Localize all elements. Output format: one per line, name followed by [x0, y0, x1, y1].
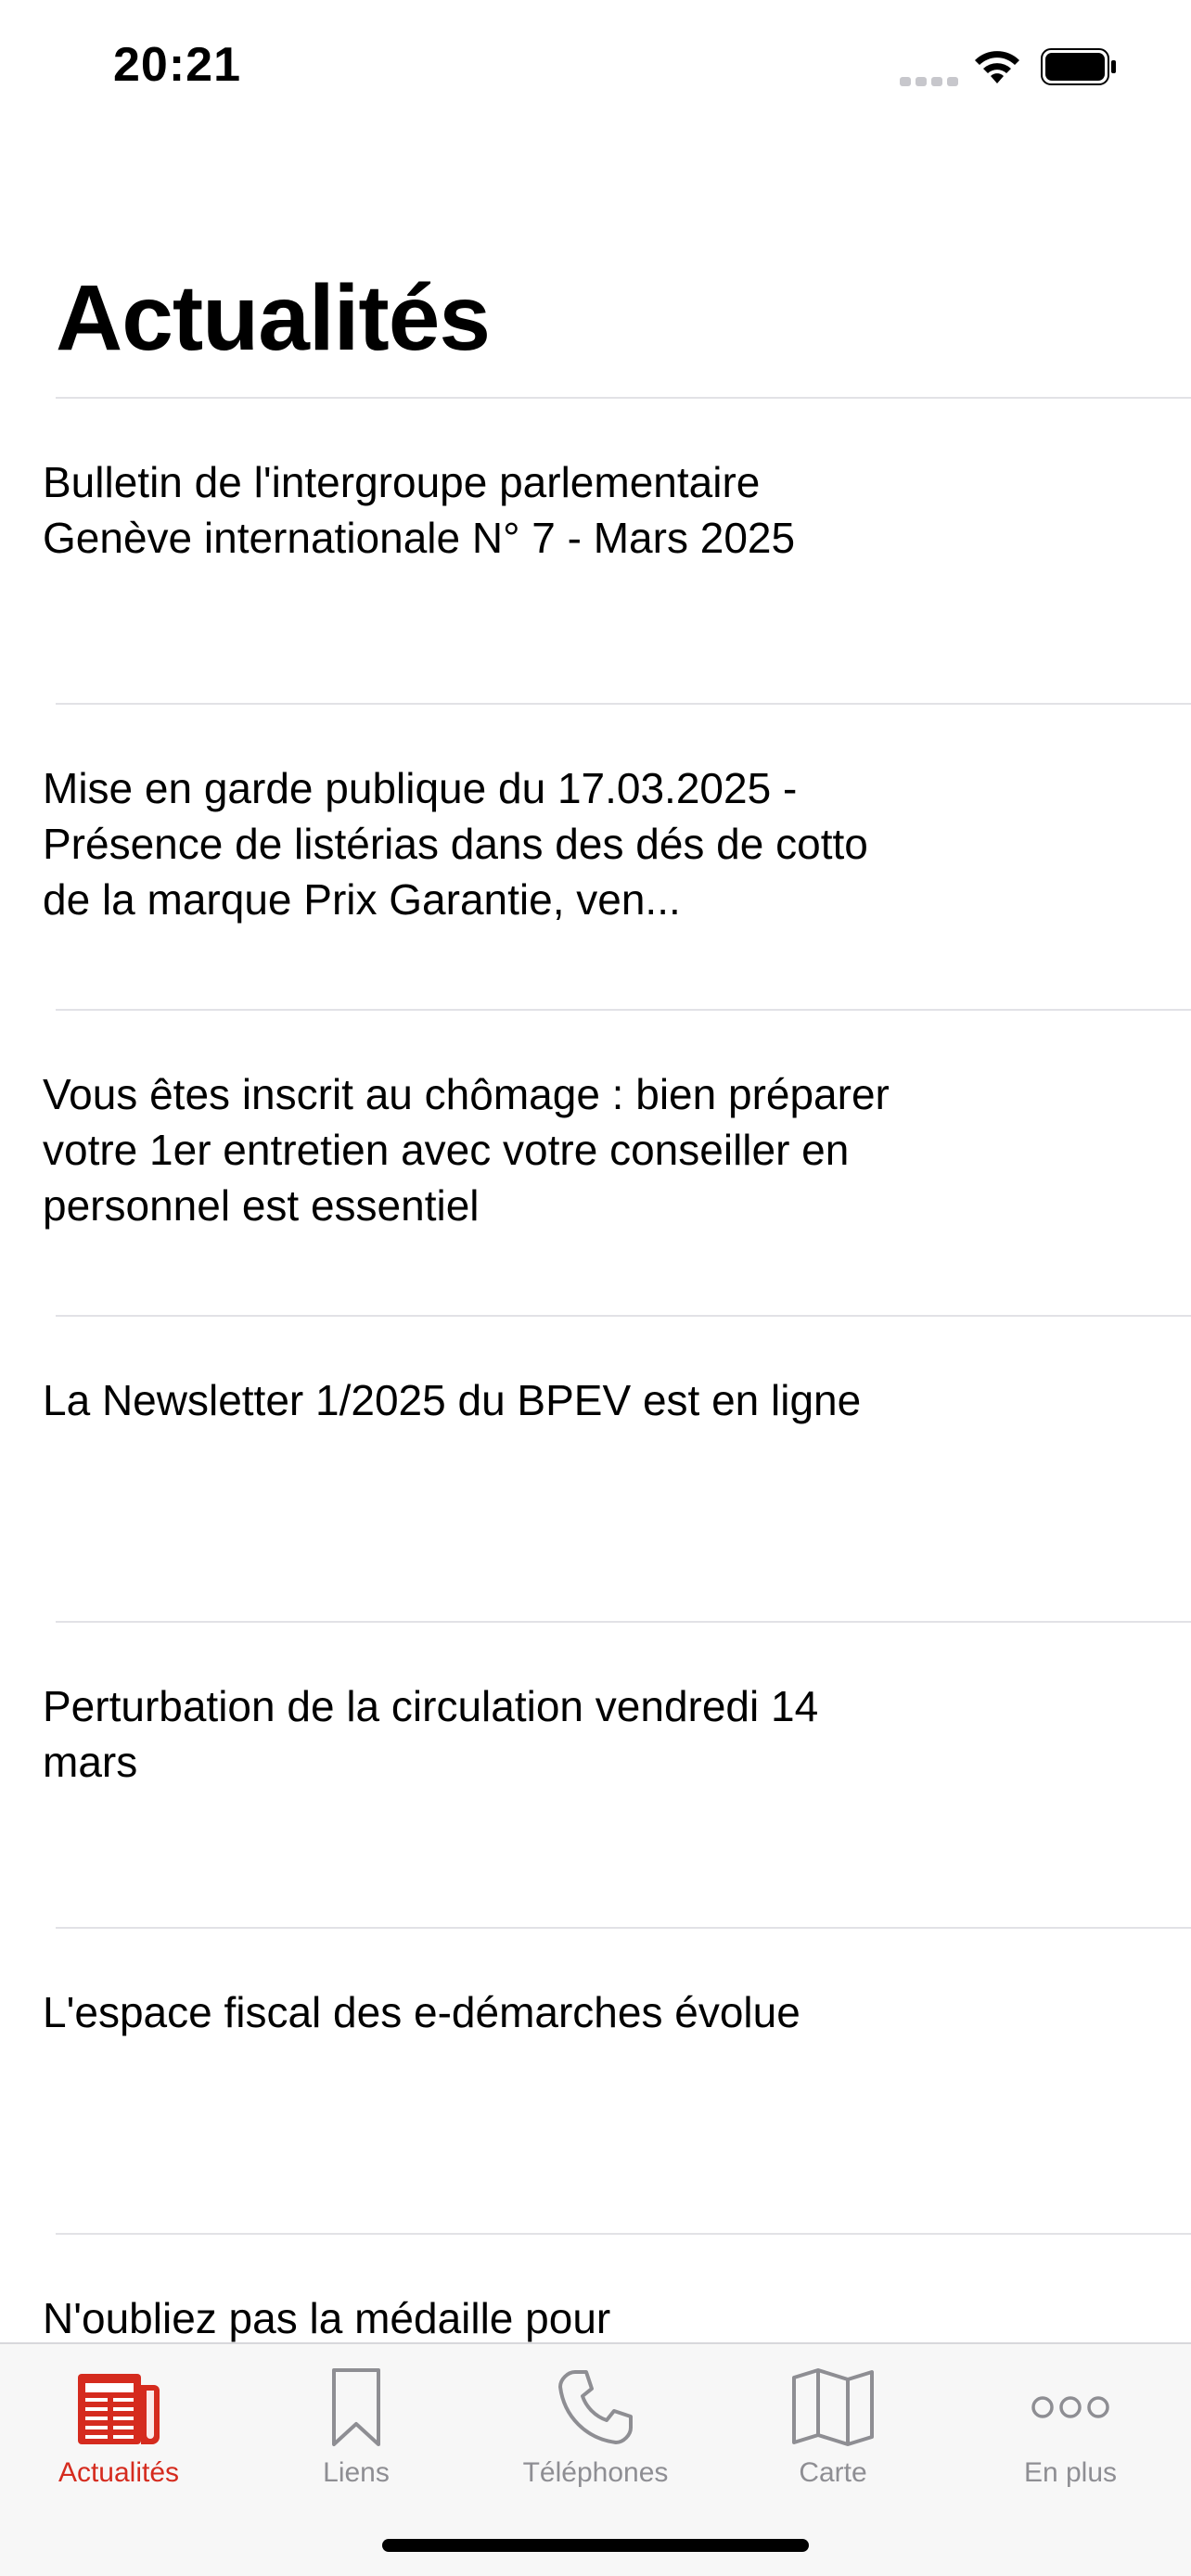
map-icon	[782, 2363, 884, 2452]
wifi-icon	[975, 51, 1019, 83]
news-title: N'oubliez pas la médaille pour	[43, 2294, 611, 2342]
tab-label: Liens	[323, 2457, 390, 2488]
list-item[interactable]: Bulletin de l'intergroupe parlementaire …	[0, 399, 1191, 703]
tab-label: En plus	[1023, 2457, 1118, 2488]
list-item[interactable]: N'oubliez pas la médaille pour	[0, 2235, 1191, 2344]
list-item[interactable]: Vous êtes inscrit au chômage : bien prép…	[0, 1011, 1191, 1315]
news-title: La Newsletter 1/2025 du BPEV est en lign…	[43, 1376, 862, 1424]
tab-en-plus[interactable]: En plus	[952, 2363, 1189, 2502]
news-title: Mise en garde publique du 17.03.2025 - P…	[43, 764, 868, 924]
home-indicator[interactable]	[382, 2539, 809, 2552]
news-title: Perturbation de la circulation vendredi …	[43, 1682, 819, 1786]
list-item[interactable]: L'espace fiscal des e-démarches évolue	[0, 1929, 1191, 2233]
news-title: Vous êtes inscrit au chômage : bien prép…	[43, 1070, 890, 1230]
news-list[interactable]: Bulletin de l'intergroupe parlementaire …	[0, 397, 1191, 2344]
tab-label: Téléphones	[522, 2457, 669, 2488]
cellular-signal-icon	[900, 77, 958, 86]
tab-liens[interactable]: Liens	[237, 2363, 475, 2502]
newspaper-icon	[68, 2363, 170, 2452]
tab-actualites[interactable]: Actualités	[0, 2363, 237, 2502]
list-item[interactable]: Perturbation de la circulation vendredi …	[0, 1623, 1191, 1927]
tab-carte[interactable]: Carte	[714, 2363, 952, 2502]
list-item[interactable]: La Newsletter 1/2025 du BPEV est en lign…	[0, 1317, 1191, 1621]
tab-telephones[interactable]: Téléphones	[477, 2363, 714, 2502]
battery-icon	[1041, 48, 1116, 85]
tab-label: Carte	[799, 2457, 867, 2488]
bookmark-icon	[305, 2363, 407, 2452]
page-title: Actualités	[56, 266, 491, 370]
news-title: L'espace fiscal des e-démarches évolue	[43, 1988, 800, 2036]
screen: 20:21 Actualités Bulletin de l'intergrou…	[0, 0, 1191, 2576]
more-icon	[1019, 2363, 1121, 2452]
list-item[interactable]: Mise en garde publique du 17.03.2025 - P…	[0, 705, 1191, 1009]
status-time: 20:21	[113, 38, 241, 92]
phone-icon	[544, 2363, 647, 2452]
status-bar: 20:21	[0, 0, 1191, 139]
tab-label: Actualités	[58, 2457, 180, 2488]
news-title: Bulletin de l'intergroupe parlementaire …	[43, 458, 796, 562]
